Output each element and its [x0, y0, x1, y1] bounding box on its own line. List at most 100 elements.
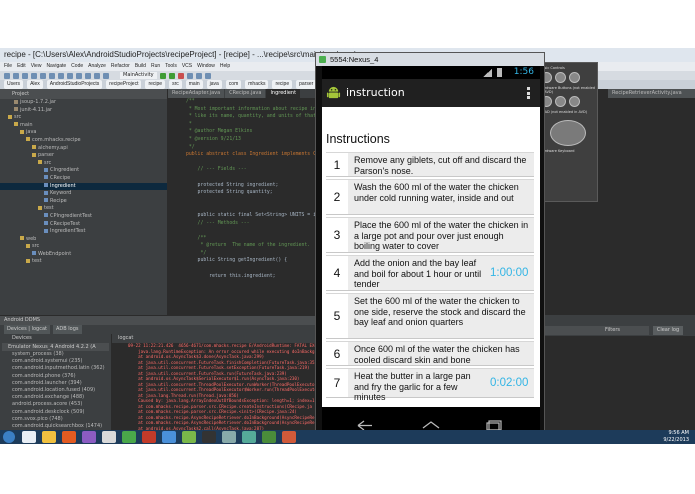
breadcrumb-item[interactable]: java — [206, 80, 222, 89]
android-icon[interactable] — [242, 431, 256, 443]
help-icon[interactable] — [204, 72, 211, 79]
instruction-step[interactable]: 6 Once 600 ml of the water the chicken ha… — [326, 341, 534, 366]
log-output[interactable]: 09-22 11:22:21.426 4656-4671/com.mhacks.… — [112, 343, 315, 442]
process-item[interactable]: com.svox.pico (748) — [0, 416, 111, 423]
process-item[interactable]: com.android.location.fused (409) — [0, 387, 111, 394]
tree-item[interactable]: CIngredient — [0, 167, 167, 175]
redo-icon[interactable] — [40, 72, 46, 79]
menu-item-view[interactable]: View — [31, 62, 42, 71]
code-area[interactable]: /** * Most important information about r… — [168, 98, 315, 315]
skype-icon[interactable] — [162, 431, 176, 443]
tree-item[interactable]: web — [0, 236, 167, 244]
process-item[interactable]: com.android.deskclock (509) — [0, 409, 111, 416]
power-icon[interactable] — [569, 72, 580, 83]
tree-item[interactable]: CRecipeTest — [0, 221, 167, 229]
menu-item-code[interactable]: Code — [71, 62, 83, 71]
menu-item-analyze[interactable]: Analyze — [88, 62, 106, 71]
tree-item[interactable]: com.mhacks.recipe — [0, 137, 167, 145]
media-icon[interactable] — [82, 431, 96, 443]
tree-item[interactable]: WebEndpoint — [0, 251, 167, 259]
sdk-manager-icon[interactable] — [186, 72, 193, 79]
code-editor[interactable]: RecipeAdapter.java CRecipe.java Ingredient… — [168, 89, 315, 315]
back-icon[interactable] — [94, 72, 100, 79]
instructions-content[interactable]: Instructions 1 Remove any giblets, cut of… — [322, 107, 540, 407]
tree-item[interactable]: IngredientTest — [0, 228, 167, 236]
menu-item-refactor[interactable]: Refactor — [111, 62, 130, 71]
menu-item-edit[interactable]: Edit — [17, 62, 26, 71]
breadcrumb-item[interactable]: recipeProject — [106, 80, 142, 89]
breadcrumb-item[interactable]: src — [169, 80, 182, 89]
chrome-icon[interactable] — [122, 431, 136, 443]
tree-item[interactable]: jsoup-1.7.2.jar — [0, 99, 167, 107]
breadcrumb-item[interactable]: AndroidStudioProjects — [46, 80, 103, 89]
paste-icon[interactable] — [67, 72, 73, 79]
process-item[interactable]: com.android.inputmethod.latin (362) — [0, 365, 111, 372]
tree-item[interactable]: test — [0, 258, 167, 266]
studio-icon[interactable] — [222, 431, 236, 443]
breadcrumb-item[interactable]: mhacks — [245, 80, 269, 89]
menu-item-window[interactable]: Window — [197, 62, 215, 71]
replace-icon[interactable] — [85, 72, 91, 79]
step-timer[interactable]: 0:02:00 — [490, 369, 534, 397]
process-item[interactable]: com.android.systemui (235) — [0, 358, 111, 365]
menu-item-help[interactable]: Help — [220, 62, 230, 71]
ie-icon[interactable] — [22, 431, 36, 443]
step-timer[interactable]: 1:00:00 — [490, 256, 534, 290]
tree-item[interactable]: CPIngredientTest — [0, 213, 167, 221]
dpad-icon[interactable] — [550, 120, 586, 146]
instruction-step[interactable]: 4 Add the onion and the bay leaf and boil… — [326, 255, 534, 291]
explorer-icon[interactable] — [42, 431, 56, 443]
chrome-alt-icon[interactable] — [262, 431, 276, 443]
menu-item-navigate[interactable]: Navigate — [46, 62, 66, 71]
office-icon[interactable] — [282, 431, 296, 443]
menu-hw-icon[interactable] — [555, 96, 566, 107]
open-icon[interactable] — [4, 72, 10, 79]
editor-tab[interactable]: Ingredient — [266, 89, 301, 98]
tree-item[interactable]: main — [0, 122, 167, 130]
menu-item-tools[interactable]: Tools — [165, 62, 177, 71]
breadcrumb-item[interactable]: main — [185, 80, 203, 89]
tree-item[interactable]: parser — [0, 152, 167, 160]
pdf-icon[interactable] — [142, 431, 156, 443]
process-item[interactable]: com.android.phone (376) — [0, 373, 111, 380]
undo-icon[interactable] — [31, 72, 37, 79]
stop-icon[interactable] — [177, 72, 184, 79]
avd-manager-icon[interactable] — [195, 72, 202, 79]
sync-icon[interactable] — [22, 72, 28, 79]
ddms-tab[interactable]: Devices | logcat — [4, 325, 50, 334]
terminal-icon[interactable] — [202, 431, 216, 443]
android-logo-icon[interactable] — [326, 85, 341, 100]
process-item[interactable]: com.android.quicksearchbox (1474) — [0, 423, 111, 430]
find-icon[interactable] — [76, 72, 82, 79]
menu-item-vcs[interactable]: VCS — [182, 62, 192, 71]
spotify-icon[interactable] — [182, 431, 196, 443]
instruction-step[interactable]: 2 Wash the 600 ml of the water the chicke… — [326, 179, 534, 215]
breadcrumb-item[interactable]: parser — [296, 80, 317, 89]
breadcrumb-item[interactable]: recipe — [272, 80, 293, 89]
tree-item[interactable]: src — [0, 160, 167, 168]
instruction-step[interactable]: 3 Place the 600 ml of the water the chick… — [326, 217, 534, 253]
tree-item[interactable]: Keyword — [0, 190, 167, 198]
tree-item[interactable]: test — [0, 205, 167, 213]
instruction-step[interactable]: 7 Heat the butter in a large pan and fry … — [326, 368, 534, 402]
system-clock[interactable]: 9:56 AM 9/22/2013 — [663, 430, 689, 444]
menu-item-file[interactable]: File — [4, 62, 12, 71]
tree-item[interactable]: Ingredient — [0, 182, 167, 191]
breadcrumb-item[interactable]: com — [225, 80, 242, 89]
cut-icon[interactable] — [49, 72, 55, 79]
app-icon[interactable] — [102, 431, 116, 443]
breadcrumb-item[interactable]: Alex — [27, 80, 43, 89]
debug-icon[interactable] — [168, 72, 175, 79]
volume-up-icon[interactable] — [555, 72, 566, 83]
editor-tab[interactable]: CRecipe.java — [225, 89, 266, 98]
process-item[interactable]: com.android.launcher (394) — [0, 380, 111, 387]
start-button[interactable] — [3, 431, 15, 443]
overflow-menu-icon[interactable] — [527, 87, 530, 99]
ddms-tab[interactable]: ADB logs — [52, 325, 82, 334]
process-item[interactable]: com.android.exchange (488) — [0, 394, 111, 401]
tree-item[interactable]: java — [0, 129, 167, 137]
clear-log-button[interactable]: Clear log — [653, 326, 683, 335]
tree-item[interactable]: CRecipe — [0, 175, 167, 183]
save-icon[interactable] — [13, 72, 19, 79]
back-hw-icon[interactable] — [569, 96, 580, 107]
